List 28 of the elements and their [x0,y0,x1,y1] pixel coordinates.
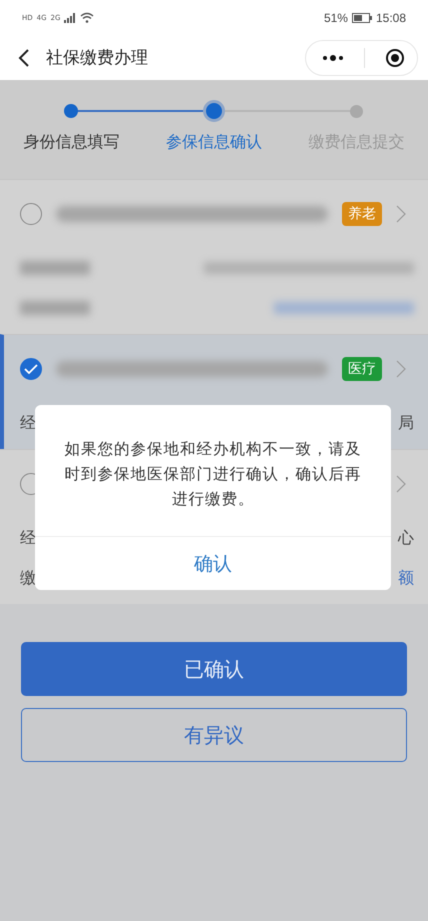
detail-label: 缴 [20,568,36,588]
close-icon[interactable] [385,48,405,68]
battery-percent: 51% [324,10,348,24]
record-card[interactable]: 养老 [0,179,428,334]
step-label[interactable]: 身份信息填写 [23,132,120,153]
radio-button[interactable] [20,358,42,380]
detail-value: 局 [398,412,414,434]
wifi-icon [80,12,94,23]
blurred-text [20,261,90,275]
blurred-text [20,301,90,315]
back-icon[interactable] [18,48,30,68]
battery-icon [352,12,372,22]
detail-value: 额 [398,568,414,588]
detail-value: 心 [398,528,414,548]
confirmed-button[interactable]: 已确认 [21,642,407,696]
page-title: 社保缴费办理 [46,47,149,69]
step-label[interactable]: 参保信息确认 [166,132,262,153]
clock: 15:08 [376,10,406,24]
objection-button[interactable]: 有异议 [21,708,407,762]
detail-label: 经 [20,528,36,548]
signal-icon [64,12,76,22]
detail-label: 经 [20,412,36,434]
more-icon[interactable] [322,54,344,62]
record-tag: 医疗 [342,357,382,381]
check-icon [24,364,38,374]
radio-button[interactable] [20,203,42,225]
dialog-confirm-button[interactable]: 确认 [35,536,391,590]
record-tag: 养老 [342,202,382,226]
